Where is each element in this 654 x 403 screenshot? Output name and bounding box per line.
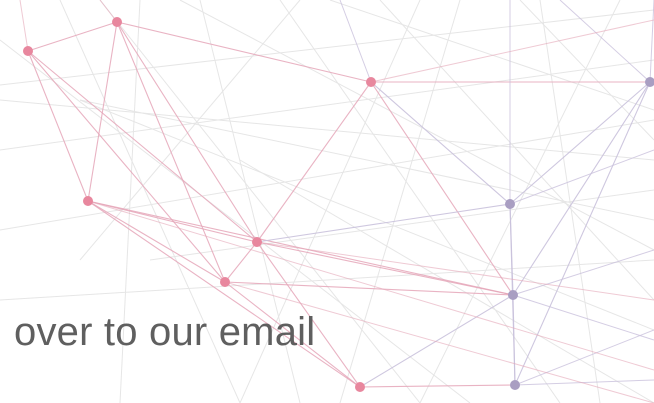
mesh-line xyxy=(27,21,118,52)
mesh-node xyxy=(510,380,520,390)
mesh-node xyxy=(366,77,376,87)
mesh-line xyxy=(224,241,258,283)
mesh-line xyxy=(514,379,654,386)
mesh-node xyxy=(112,17,122,27)
mesh-line xyxy=(224,281,514,296)
mesh-line xyxy=(359,294,514,388)
page-caption: over to our email xyxy=(14,310,316,354)
mesh-line xyxy=(27,50,89,202)
mesh-node xyxy=(23,46,33,56)
mesh-line xyxy=(116,21,258,243)
mesh-line xyxy=(116,21,372,83)
mesh-line xyxy=(649,0,654,83)
mesh-node xyxy=(505,199,515,209)
mesh-line xyxy=(19,0,29,52)
mesh-line xyxy=(256,203,511,243)
mesh-line xyxy=(149,189,654,261)
mesh-line xyxy=(87,200,226,283)
mesh-line xyxy=(339,0,461,403)
mesh-line xyxy=(27,50,226,283)
mesh-line xyxy=(87,200,361,388)
mesh-line xyxy=(512,81,651,296)
mesh-node xyxy=(355,382,365,392)
mesh-line xyxy=(370,19,654,83)
mesh-line xyxy=(509,149,654,205)
mesh-line xyxy=(379,0,654,301)
mesh-line xyxy=(359,384,516,388)
mesh-node xyxy=(508,290,518,300)
mesh-line xyxy=(512,249,654,296)
mesh-line xyxy=(256,81,372,243)
mesh-node xyxy=(83,196,93,206)
mesh-line xyxy=(509,81,651,205)
mesh-node xyxy=(252,237,262,247)
mesh-line xyxy=(419,0,621,403)
mesh-node xyxy=(220,277,230,287)
